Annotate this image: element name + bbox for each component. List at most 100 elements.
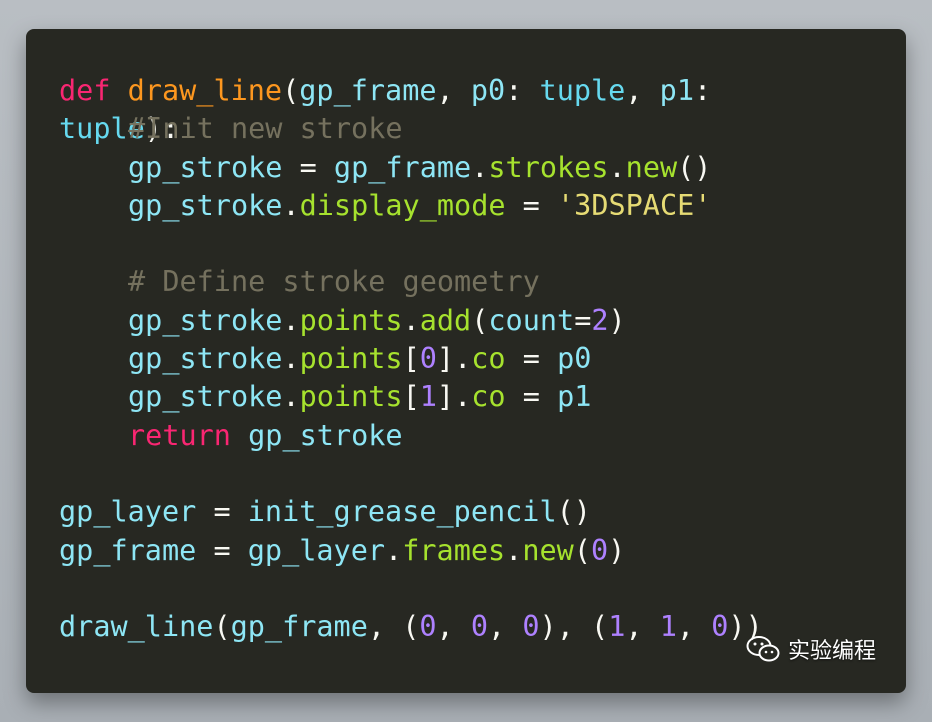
dot: . [402, 303, 420, 337]
code-line-15: draw_line(gp_frame, (0, 0, 0), (1, 1, 0)… [59, 608, 763, 646]
number-literal: 0 [591, 533, 609, 567]
dot: . [282, 342, 300, 376]
identifier: gp_layer [247, 533, 386, 567]
attribute: points [299, 380, 403, 414]
identifier: gp_frame [333, 150, 472, 184]
separator: , [625, 74, 660, 107]
identifier: gp_frame [59, 533, 197, 567]
function-call: init_grease_pencil [247, 495, 557, 529]
number-literal: 1 [608, 610, 626, 644]
separator: : [505, 74, 540, 107]
operator: = [196, 495, 248, 529]
attribute: strokes [488, 150, 609, 184]
overlapping-text: tuple): #Init new stroke [59, 110, 403, 148]
operator: = [574, 303, 592, 337]
attribute: points [299, 303, 403, 337]
watermark-text: 实验编程 [787, 639, 876, 664]
type-annotation: tuple [539, 74, 626, 107]
method: new [522, 533, 574, 567]
number-literal: 2 [591, 303, 609, 337]
dot: . [505, 533, 523, 567]
code-line-8: gp_stroke.points[0].co = p0 [59, 340, 763, 378]
paren: ( [471, 303, 489, 337]
screenshot-frame: def draw_line(gp_frame, p0: tuple, p1: tu… [0, 0, 932, 722]
keyword-def: def [59, 74, 111, 107]
dot: . [282, 380, 300, 414]
paren: () [677, 150, 712, 184]
paren: ( [213, 610, 231, 644]
bracket: [ [402, 342, 420, 376]
identifier: p1 [557, 380, 592, 414]
param: p1 [659, 74, 694, 107]
number-literal: 0 [419, 342, 437, 376]
separator: , [436, 74, 471, 107]
identifier: p0 [557, 342, 592, 376]
dot: . [608, 150, 626, 184]
code-block: def draw_line(gp_frame, p0: tuple, p1: tu… [59, 72, 763, 646]
keyword-arg: count [488, 303, 575, 337]
number-literal: 0 [711, 610, 729, 644]
code-line-3: gp_stroke = gp_frame.strokes.new() [59, 149, 763, 187]
identifier: gp_stroke [248, 418, 403, 452]
code-line-11-blank [59, 455, 763, 493]
number-literal: 1 [659, 610, 677, 644]
number-literal: 0 [470, 610, 489, 644]
code-line-10: return gp_stroke [59, 417, 763, 455]
identifier: gp_frame [230, 610, 368, 644]
method: add [419, 303, 472, 337]
dot: . [471, 150, 489, 184]
separator: : [693, 74, 712, 107]
separator: , [676, 610, 712, 644]
bracket: ] [436, 342, 455, 376]
paren: ) [608, 303, 626, 337]
operator: = [505, 380, 558, 414]
paren: ( [573, 533, 591, 567]
comment: # Define stroke geometry [128, 265, 540, 299]
param: p0 [470, 74, 506, 107]
code-line-14-blank [59, 570, 763, 608]
code-editor: def draw_line(gp_frame, p0: tuple, p1: tu… [26, 29, 906, 693]
code-line-9: gp_stroke.points[1].co = p1 [59, 378, 763, 416]
operator: = [282, 150, 334, 184]
operator: = [505, 188, 557, 222]
watermark: 实验编程 [746, 633, 876, 665]
code-line-2: tuple): #Init new stroke [59, 110, 763, 148]
identifier: gp_layer [59, 495, 197, 529]
param: gp_frame [299, 74, 437, 107]
attribute: co [471, 380, 506, 414]
separator: , [488, 610, 523, 644]
bracket: ] [436, 380, 455, 414]
code-line-7: gp_stroke.points.add(count=2) [59, 302, 763, 340]
code-line-12: gp_layer = init_grease_pencil() [59, 493, 763, 531]
string-literal: '3DSPACE' [557, 188, 712, 222]
identifier: gp_stroke [128, 150, 283, 184]
number-literal: 0 [419, 610, 437, 644]
code-line-1: def draw_line(gp_frame, p0: tuple, p1: [59, 72, 763, 110]
bracket: [ [402, 380, 420, 414]
separator: , ( [367, 610, 420, 644]
operator: = [196, 533, 248, 567]
separator: ), ( [539, 610, 609, 644]
identifier: gp_stroke [128, 380, 283, 414]
paren: ( [282, 74, 300, 107]
attribute: frames [402, 533, 506, 567]
identifier: gp_stroke [128, 342, 283, 376]
dot: . [282, 188, 300, 222]
code-line-5-blank [59, 225, 763, 263]
identifier: gp_stroke [128, 303, 283, 337]
wechat-icon [746, 636, 780, 662]
dot: . [282, 303, 300, 337]
paren: () [556, 495, 591, 529]
identifier: gp_stroke [128, 188, 283, 222]
attribute: points [299, 342, 403, 376]
dot: . [454, 380, 472, 414]
code-line-4: gp_stroke.display_mode = '3DSPACE' [59, 187, 763, 225]
keyword-return: return [128, 418, 231, 452]
comment: #Init new stroke [128, 112, 403, 146]
dot: . [385, 533, 403, 567]
separator: , [436, 610, 471, 644]
method: new [625, 150, 678, 184]
operator: = [505, 342, 558, 376]
code-line-6: # Define stroke geometry [59, 263, 763, 301]
